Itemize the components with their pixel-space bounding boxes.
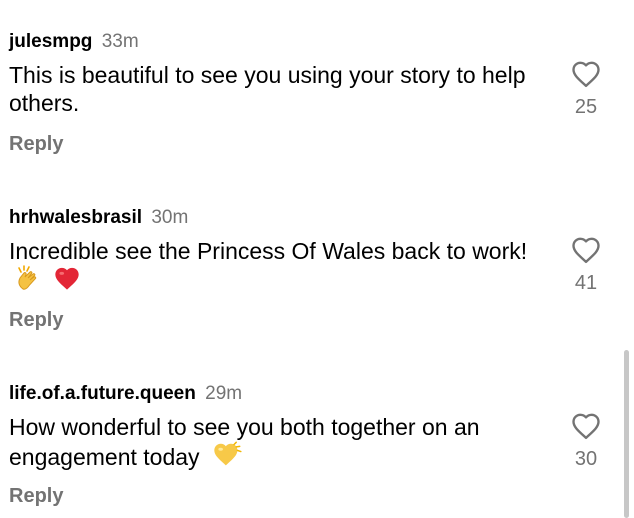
- like-count: 30: [574, 448, 598, 470]
- comment-item: life.of.a.future.queen 29m How wonderful…: [0, 380, 634, 518]
- comment-timestamp: 29m: [205, 383, 243, 404]
- comment-meta: hrhwalesbrasil 30m: [9, 204, 188, 232]
- comments-list: julesmpg 33m This is beautiful to see yo…: [0, 0, 634, 518]
- scrollbar[interactable]: [624, 350, 629, 518]
- reply-button[interactable]: Reply: [9, 133, 63, 156]
- comment-text-body: Incredible see the Princess Of Wales bac…: [9, 238, 528, 264]
- comment-timestamp: 30m: [151, 207, 189, 228]
- like-count: 25: [574, 96, 598, 118]
- like-button[interactable]: [568, 56, 604, 92]
- comment-text: This is beautiful to see you using your …: [9, 61, 554, 117]
- comment-username[interactable]: julesmpg: [9, 31, 92, 52]
- like-button[interactable]: [568, 232, 604, 268]
- comment-text: Incredible see the Princess Of Wales bac…: [9, 237, 554, 297]
- heart-outline-icon: [572, 237, 600, 264]
- comment-text-body: How wonderful to see you both together o…: [9, 414, 480, 470]
- comment-text: How wonderful to see you both together o…: [9, 413, 554, 475]
- reply-button[interactable]: Reply: [9, 309, 63, 332]
- comment-meta: julesmpg 33m: [9, 28, 139, 56]
- clapping-hands-emoji: [15, 265, 41, 297]
- red-heart-emoji: [53, 265, 81, 297]
- heart-outline-icon: [572, 61, 600, 88]
- comment-text-body: This is beautiful to see you using your …: [9, 62, 526, 116]
- yellow-heart-emoji: [212, 441, 242, 475]
- comment-item: julesmpg 33m This is beautiful to see yo…: [0, 28, 634, 188]
- comment-meta: life.of.a.future.queen 29m: [9, 380, 242, 408]
- heart-outline-icon: [572, 413, 600, 440]
- like-count: 41: [574, 272, 598, 294]
- comment-username[interactable]: life.of.a.future.queen: [9, 383, 196, 404]
- comment-username[interactable]: hrhwalesbrasil: [9, 207, 142, 228]
- comment-item: hrhwalesbrasil 30m Incredible see the Pr…: [0, 204, 634, 364]
- like-button[interactable]: [568, 408, 604, 444]
- comment-timestamp: 33m: [101, 31, 139, 52]
- reply-button[interactable]: Reply: [9, 485, 63, 508]
